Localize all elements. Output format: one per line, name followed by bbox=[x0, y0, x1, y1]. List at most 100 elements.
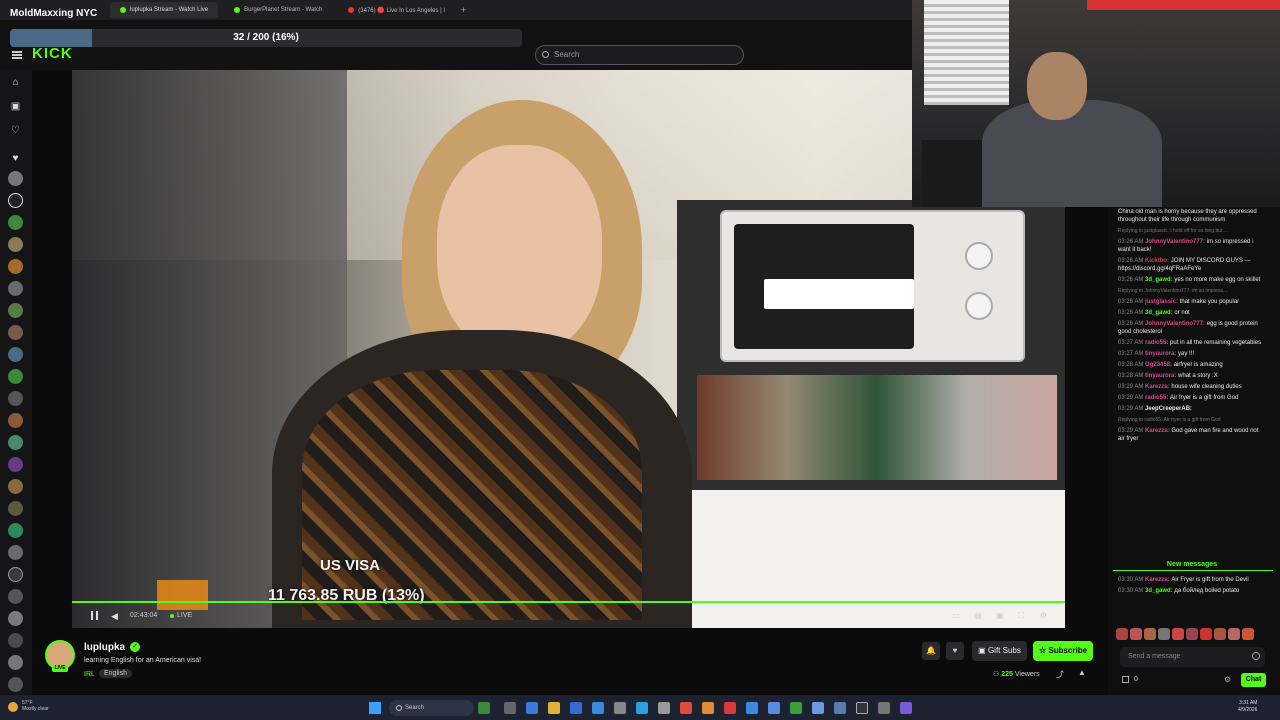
emote-icon[interactable] bbox=[1172, 628, 1184, 640]
emote-icon[interactable] bbox=[1158, 628, 1170, 640]
chat-username[interactable]: JohnnyValentino777: bbox=[1145, 321, 1207, 327]
new-tab-icon[interactable]: + bbox=[461, 5, 466, 15]
chat-feed[interactable]: China old man is horny because they are … bbox=[1118, 208, 1266, 446]
app-icon[interactable] bbox=[768, 702, 780, 714]
emote-icon[interactable] bbox=[1200, 628, 1212, 640]
edge-icon[interactable] bbox=[636, 702, 648, 714]
weather-widget[interactable]: 57°F Mostly clear bbox=[22, 700, 49, 712]
youtube-icon[interactable] bbox=[724, 702, 736, 714]
emote-icon[interactable] bbox=[1130, 628, 1142, 640]
app-icon[interactable] bbox=[658, 702, 670, 714]
chat-username[interactable]: Karezza: bbox=[1145, 384, 1171, 390]
app-icon[interactable] bbox=[900, 702, 912, 714]
chat-username[interactable]: 3d_gawd: bbox=[1145, 310, 1174, 316]
emote-icon[interactable] bbox=[1186, 628, 1198, 640]
channel-avatar[interactable] bbox=[8, 193, 23, 208]
channel-avatar[interactable] bbox=[8, 677, 23, 692]
channel-avatar[interactable] bbox=[8, 633, 23, 648]
follow-heart-icon[interactable]: ♥ bbox=[946, 642, 964, 660]
chat-username[interactable]: Kicktbo: bbox=[1145, 258, 1171, 264]
home-icon[interactable]: ⌂ bbox=[10, 77, 21, 88]
streamer-name[interactable]: luplupka bbox=[84, 642, 125, 653]
channel-avatar[interactable] bbox=[8, 171, 23, 186]
emote-icon[interactable] bbox=[1228, 628, 1240, 640]
browser-tab-3[interactable]: (3476) 🔴 Live In Los Angeles | I bbox=[338, 2, 455, 18]
chat-username[interactable]: tinyaurora: bbox=[1145, 373, 1178, 379]
chrome-icon[interactable] bbox=[680, 702, 692, 714]
channel-avatar[interactable] bbox=[8, 501, 23, 516]
channel-avatar[interactable] bbox=[8, 237, 23, 252]
theater-mode-icon[interactable]: ▭ bbox=[952, 611, 960, 620]
emote-bar[interactable] bbox=[1116, 628, 1268, 642]
app-icon[interactable] bbox=[878, 702, 890, 714]
chat-username[interactable]: Karezza: bbox=[1145, 577, 1171, 583]
fullscreen-icon[interactable]: ⛶ bbox=[1018, 611, 1024, 621]
following-icon[interactable]: ♡ bbox=[10, 125, 21, 136]
chat-input[interactable]: Send a message bbox=[1120, 647, 1265, 667]
channel-avatar[interactable] bbox=[8, 479, 23, 494]
channel-avatar[interactable] bbox=[8, 655, 23, 670]
kick-logo[interactable]: KICK bbox=[32, 45, 73, 62]
gift-subs-button[interactable]: ▣ Gift Subs bbox=[972, 641, 1027, 661]
chat-username[interactable]: tinyaurora: bbox=[1145, 351, 1178, 357]
channel-avatar[interactable] bbox=[8, 325, 23, 340]
chat-feed-new[interactable]: 03:30 AM Karezza: Air Fryer is gift from… bbox=[1118, 576, 1266, 598]
store-icon[interactable] bbox=[570, 702, 582, 714]
clip-icon[interactable]: ▤ bbox=[974, 611, 982, 620]
channel-avatar[interactable] bbox=[8, 369, 23, 384]
channel-avatar[interactable] bbox=[8, 215, 23, 230]
channel-avatar[interactable] bbox=[8, 589, 23, 604]
seek-bar[interactable] bbox=[72, 601, 1065, 603]
chat-username[interactable]: JeepCreeperAB: bbox=[1145, 406, 1192, 412]
search-input[interactable]: Search bbox=[535, 45, 744, 65]
emote-icon[interactable] bbox=[1116, 628, 1128, 640]
chat-username[interactable]: 3d_gawd: bbox=[1145, 588, 1174, 594]
channel-avatar[interactable] bbox=[8, 259, 23, 274]
chat-username[interactable]: radio55: bbox=[1145, 395, 1170, 401]
language-tag[interactable]: English bbox=[99, 669, 132, 678]
new-messages-label[interactable]: New messages bbox=[1118, 561, 1266, 568]
channel-avatar[interactable] bbox=[8, 435, 23, 450]
channel-avatar[interactable] bbox=[8, 545, 23, 560]
pause-icon[interactable] bbox=[91, 611, 98, 620]
app-icon[interactable] bbox=[702, 702, 714, 714]
chat-user-icon[interactable] bbox=[1122, 676, 1129, 683]
chat-username[interactable]: JohnnyValentino777: bbox=[1145, 239, 1207, 245]
emote-icon[interactable] bbox=[1214, 628, 1226, 640]
settings-icon[interactable]: ⚙ bbox=[1040, 611, 1047, 620]
notification-bell-icon[interactable]: 🔔 bbox=[922, 642, 940, 660]
chat-send-button[interactable]: Chat bbox=[1241, 673, 1266, 687]
pip-icon[interactable]: ▣ bbox=[996, 611, 1004, 620]
chat-username[interactable]: Og23458: bbox=[1145, 362, 1174, 368]
file-explorer-icon[interactable] bbox=[548, 702, 560, 714]
emote-icon[interactable] bbox=[1144, 628, 1156, 640]
browser-tab-2[interactable]: BurgerPlanet Stream - Watch bbox=[224, 2, 332, 18]
channel-avatar[interactable] bbox=[8, 413, 23, 428]
browse-icon[interactable]: ▣ bbox=[10, 101, 21, 112]
channel-avatar[interactable] bbox=[8, 391, 23, 406]
channel-avatar[interactable] bbox=[8, 281, 23, 296]
app-icon[interactable] bbox=[834, 702, 846, 714]
emoji-picker-icon[interactable] bbox=[1252, 652, 1260, 660]
stream-category[interactable]: IRL bbox=[84, 671, 95, 678]
report-icon[interactable]: ▲ bbox=[1078, 668, 1086, 677]
windows-start-icon[interactable] bbox=[369, 702, 381, 714]
browser-tab-1[interactable]: luplupka Stream - Watch Live bbox=[110, 2, 219, 18]
share-icon[interactable]: ⤴ bbox=[1056, 669, 1064, 680]
channel-avatar[interactable] bbox=[8, 567, 23, 582]
weather-moon-icon[interactable] bbox=[8, 702, 18, 712]
channel-avatar[interactable] bbox=[8, 457, 23, 472]
app-icon[interactable] bbox=[812, 702, 824, 714]
app-icon[interactable] bbox=[592, 702, 604, 714]
app-icon[interactable] bbox=[614, 702, 626, 714]
channel-avatar[interactable] bbox=[8, 347, 23, 362]
app-icon[interactable] bbox=[746, 702, 758, 714]
chat-username[interactable]: justglassic: bbox=[1145, 299, 1180, 305]
system-clock[interactable]: 3:31 AM 4/9/2026 bbox=[1238, 700, 1257, 714]
channel-avatar[interactable] bbox=[8, 523, 23, 538]
chat-settings-icon[interactable]: ⚙ bbox=[1224, 675, 1231, 684]
app-icon[interactable] bbox=[856, 702, 868, 714]
menu-icon[interactable] bbox=[12, 51, 22, 59]
app-icon[interactable] bbox=[526, 702, 538, 714]
volume-icon[interactable]: ◀ bbox=[111, 611, 118, 622]
